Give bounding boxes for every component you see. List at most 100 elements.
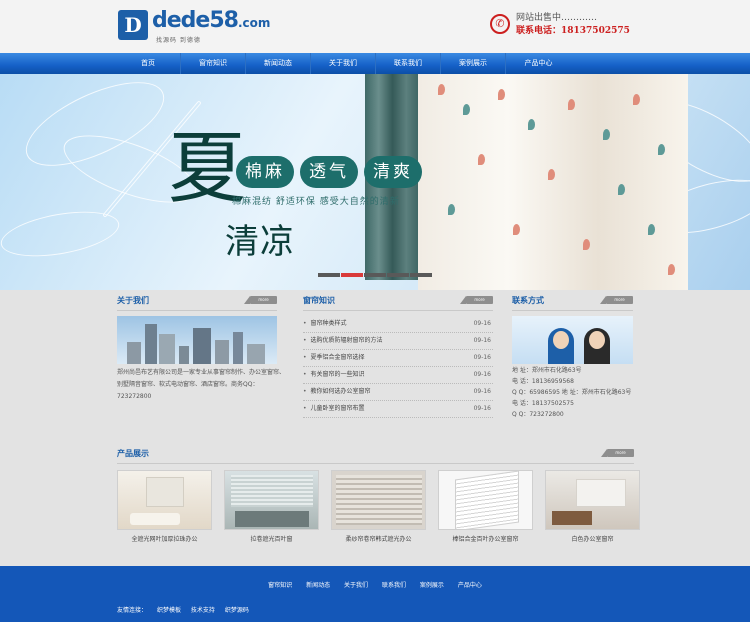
news-more-link[interactable]: more xyxy=(460,296,493,304)
sofa-shape xyxy=(130,513,180,525)
footer-nav-item[interactable]: 窗帘知识 xyxy=(268,582,292,589)
friend-link[interactable]: 技术支持 xyxy=(191,607,215,614)
footer-nav-item[interactable]: 产品中心 xyxy=(458,582,482,589)
footer-nav-item[interactable]: 关于我们 xyxy=(344,582,368,589)
product-image[interactable] xyxy=(545,470,640,530)
footer-nav-item[interactable]: 新闻动态 xyxy=(306,582,330,589)
news-item-title[interactable]: 儿童卧室的窗帘布置 xyxy=(303,401,365,417)
leaf-pattern-icon xyxy=(648,224,655,235)
products-section-header: 产品展示 more xyxy=(117,444,634,464)
nav-item-news[interactable]: 新闻动态 xyxy=(246,53,311,74)
news-item-title[interactable]: 有关窗帘的一些知识 xyxy=(303,367,365,383)
building-shape xyxy=(215,340,229,364)
slider-dot-active[interactable] xyxy=(341,273,363,277)
slider-dot[interactable] xyxy=(318,273,340,277)
customer-service-image xyxy=(512,316,633,364)
news-item-title[interactable]: 窗帘种类样式 xyxy=(303,316,347,332)
main-nav: 首页 窗帘知识 新闻动态 关于我们 联系我们 案例展示 产品中心 xyxy=(0,53,750,74)
leaf-pattern-icon xyxy=(448,204,455,215)
roller-blind-shape xyxy=(336,475,422,525)
product-card[interactable]: 柔纱帘卷帘韩式遮光办公 xyxy=(331,470,426,543)
news-item-date: 09-16 xyxy=(473,371,491,378)
banner-badge: 透气 xyxy=(300,156,358,188)
leaf-pattern-icon xyxy=(528,119,535,130)
nav-item-about[interactable]: 关于我们 xyxy=(311,53,376,74)
nav-item-cases[interactable]: 案例展示 xyxy=(441,53,506,74)
product-card[interactable]: 白色办公室窗帘 xyxy=(545,470,640,543)
building-shape xyxy=(193,328,211,364)
leaf-pattern-icon xyxy=(603,129,610,140)
news-item-title[interactable]: 选购优质防辐射窗帘的方法 xyxy=(303,333,383,349)
site-header: D dede58.com 找源码 到德德 ✆ 网站出售中………… 联系电话：18… xyxy=(0,0,750,53)
product-image[interactable] xyxy=(224,470,319,530)
nav-item-home[interactable]: 首页 xyxy=(116,53,181,74)
contact-more-link[interactable]: more xyxy=(600,296,633,304)
logo-wordmark: dede58.com 找源码 到德德 xyxy=(152,10,270,45)
news-item[interactable]: 有关窗帘的一些知识 09-16 xyxy=(303,367,493,384)
nav-item-contact[interactable]: 联系我们 xyxy=(376,53,441,74)
product-image[interactable] xyxy=(438,470,533,530)
contact-line: 电 话：18136959568 xyxy=(512,378,574,385)
friend-link[interactable]: 织梦源码 xyxy=(225,607,249,614)
slider-dot[interactable] xyxy=(387,273,409,277)
slider-dot[interactable] xyxy=(364,273,386,277)
product-caption[interactable]: 棒铝合金百叶办公室窗帘 xyxy=(438,534,533,543)
slider-dot[interactable] xyxy=(410,273,432,277)
news-item-title[interactable]: 夏季铝合金窗帘选择 xyxy=(303,350,365,366)
logo-text: dede58.com xyxy=(152,10,270,34)
product-card[interactable]: 拉卷遮光百叶窗 xyxy=(224,470,319,543)
main-nav-items: 首页 窗帘知识 新闻动态 关于我们 联系我们 案例展示 产品中心 xyxy=(116,53,571,74)
product-image[interactable] xyxy=(117,470,212,530)
header-phone-number: 联系电话：18137502575 xyxy=(516,26,630,36)
news-section-header: 窗帘知识 more xyxy=(303,291,493,311)
products-more-link[interactable]: more xyxy=(601,449,634,457)
news-item-date: 09-16 xyxy=(473,405,491,412)
header-contact: ✆ 网站出售中………… 联系电话：18137502575 xyxy=(490,12,630,38)
service-person-avatar xyxy=(548,328,574,364)
logo-text-num: 58 xyxy=(209,8,239,33)
news-list: 窗帘种类样式 09-16 选购优质防辐射窗帘的方法 09-16 夏季铝合金窗帘选择 0… xyxy=(303,316,493,418)
leaf-pattern-icon xyxy=(498,89,505,100)
banner-qingliang-text: 清凉 xyxy=(225,222,295,262)
product-image[interactable] xyxy=(331,470,426,530)
product-card[interactable]: 全遮光网叶加厚拉珠办公 xyxy=(117,470,212,543)
banner-slider[interactable]: 夏 清凉 棉麻 透气 清爽 棉麻混纺 舒适环保 感受大自然的清新 xyxy=(0,74,750,290)
news-item[interactable]: 教你如何选办公室窗帘 09-16 xyxy=(303,384,493,401)
news-item-date: 09-16 xyxy=(473,354,491,361)
product-caption[interactable]: 柔纱帘卷帘韩式遮光办公 xyxy=(331,534,426,543)
footer-nav-item[interactable]: 联系我们 xyxy=(382,582,406,589)
service-person-avatar xyxy=(584,328,610,364)
news-item[interactable]: 选购优质防辐射窗帘的方法 09-16 xyxy=(303,333,493,350)
header-contact-lines: 网站出售中………… 联系电话：18137502575 xyxy=(516,12,630,38)
contact-line: 地 址：郑州市石化路63号 xyxy=(512,367,582,374)
news-item[interactable]: 夏季铝合金窗帘选择 09-16 xyxy=(303,350,493,367)
leaf-pattern-icon xyxy=(463,104,470,115)
logo-text-domain: .com xyxy=(237,16,271,30)
banner-badge: 棉麻 xyxy=(236,156,294,188)
friend-link[interactable]: 织梦模板 xyxy=(157,607,181,614)
product-card[interactable]: 棒铝合金百叶办公室窗帘 xyxy=(438,470,533,543)
news-item-date: 09-16 xyxy=(473,320,491,327)
news-item[interactable]: 窗帘种类样式 09-16 xyxy=(303,316,493,333)
product-list: 全遮光网叶加厚拉珠办公 拉卷遮光百叶窗 柔纱帘卷帘韩式遮光办公 棒铝合金百叶办公… xyxy=(117,470,640,543)
site-footer: 窗帘知识 新闻动态 关于我们 联系我们 案例展示 产品中心 友情连接： 织梦模板… xyxy=(0,563,750,622)
product-caption[interactable]: 白色办公室窗帘 xyxy=(545,534,640,543)
leaf-pattern-icon xyxy=(478,154,485,165)
footer-nav-item[interactable]: 案例展示 xyxy=(420,582,444,589)
about-more-link[interactable]: more xyxy=(244,296,277,304)
building-shape xyxy=(145,324,157,364)
product-caption[interactable]: 拉卷遮光百叶窗 xyxy=(224,534,319,543)
nav-item-products[interactable]: 产品中心 xyxy=(506,53,571,74)
leaf-pattern-icon xyxy=(633,94,640,105)
about-buildings-image xyxy=(117,316,277,364)
news-item[interactable]: 儿童卧室的窗帘布置 09-16 xyxy=(303,401,493,418)
dragonfly-wing-decoration xyxy=(0,203,123,265)
window-shape xyxy=(146,477,184,507)
site-logo[interactable]: D dede58.com 找源码 到德德 xyxy=(118,10,270,45)
nav-item-curtain-knowledge[interactable]: 窗帘知识 xyxy=(181,53,246,74)
news-item-title[interactable]: 教你如何选办公室窗帘 xyxy=(303,384,371,400)
contact-title: 联系方式 xyxy=(512,296,544,305)
product-caption[interactable]: 全遮光网叶加厚拉珠办公 xyxy=(117,534,212,543)
blinds-shape xyxy=(231,475,313,507)
contact-section-header: 联系方式 more xyxy=(512,291,633,311)
